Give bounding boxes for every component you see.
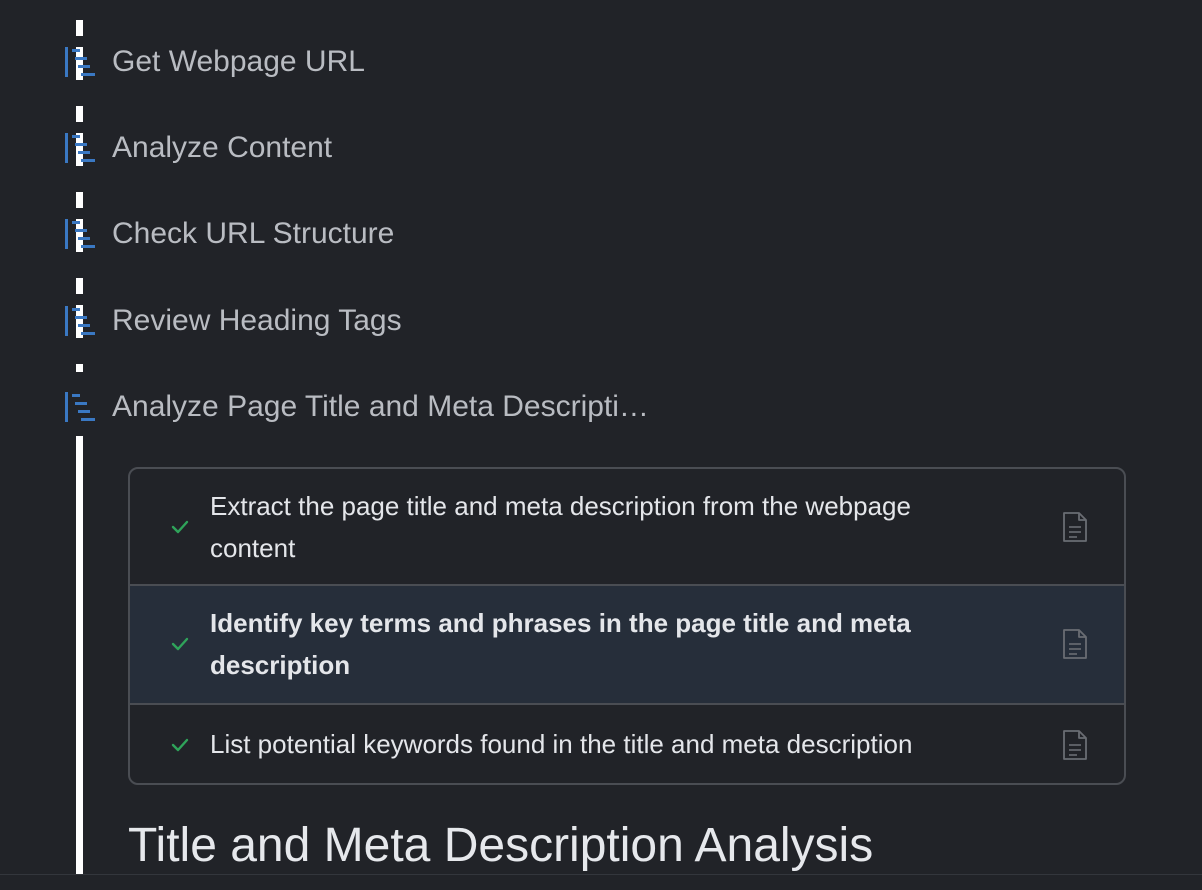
subtask-text: Identify key terms and phrases in the pa… (210, 608, 911, 680)
workflow-step-icon (63, 217, 97, 251)
subtask-text: List potential keywords found in the tit… (210, 729, 913, 759)
subtask-item[interactable]: Extract the page title and meta descript… (130, 469, 1124, 586)
subtask-list: Extract the page title and meta descript… (128, 467, 1126, 785)
document-icon[interactable] (1062, 511, 1088, 543)
workflow-step-label: Analyze Page Title and Meta Descripti… (112, 390, 649, 423)
divider (0, 874, 1202, 875)
workflow-step-label: Analyze Content (112, 131, 333, 164)
workflow-step-check-url-structure[interactable]: Check URL Structure (63, 214, 394, 254)
workflow-step-label: Check URL Structure (112, 217, 395, 250)
workflow-step-label: Review Heading Tags (112, 304, 402, 337)
document-icon[interactable] (1062, 628, 1088, 660)
section-heading: Title and Meta Description Analysis (128, 819, 874, 872)
check-icon (171, 637, 189, 651)
check-icon (171, 738, 189, 752)
workflow-step-icon (63, 131, 97, 165)
workflow-step-icon (63, 390, 97, 424)
document-icon[interactable] (1062, 729, 1088, 761)
timeline-connector-active (76, 436, 83, 874)
workflow-step-label: Get Webpage URL (112, 45, 365, 78)
workflow-page: Get Webpage URL Analyze Content Check UR (0, 0, 1202, 890)
subtask-text: Extract the page title and meta descript… (210, 491, 911, 563)
workflow-step-icon (63, 45, 97, 79)
workflow-step-get-webpage-url[interactable]: Get Webpage URL (63, 42, 365, 82)
workflow-step-analyze-title-meta[interactable]: Analyze Page Title and Meta Descripti… (63, 387, 649, 427)
workflow-step-review-heading-tags[interactable]: Review Heading Tags (63, 301, 402, 341)
workflow-step-icon (63, 304, 97, 338)
subtask-item-selected[interactable]: Identify key terms and phrases in the pa… (130, 586, 1124, 705)
check-icon (171, 520, 189, 534)
subtask-item[interactable]: List potential keywords found in the tit… (130, 705, 1124, 783)
workflow-step-analyze-content[interactable]: Analyze Content (63, 128, 332, 168)
